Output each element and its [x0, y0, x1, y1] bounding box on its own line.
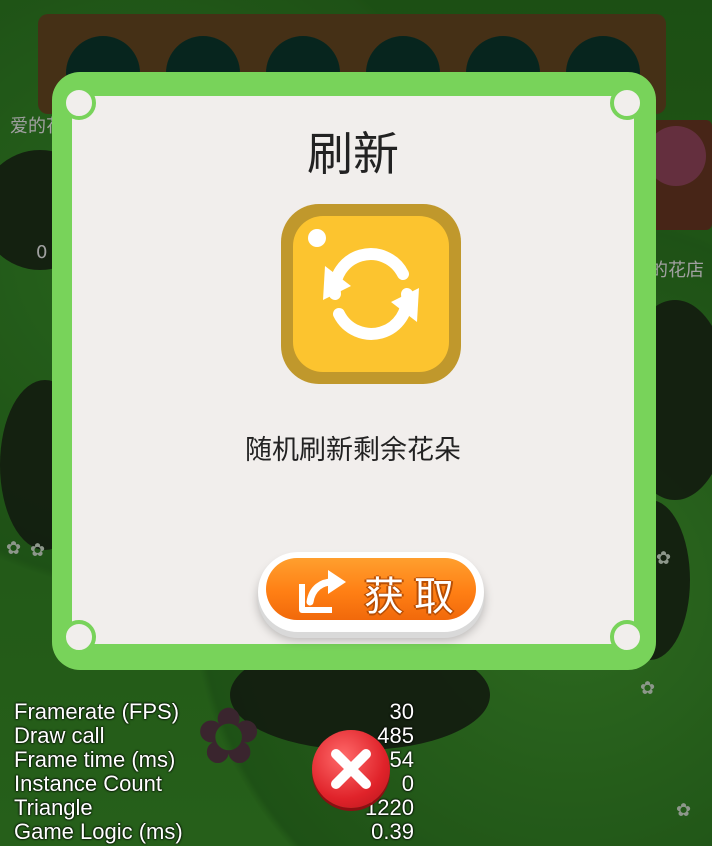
- stat-value: 0: [401, 771, 414, 796]
- stat-label: Triangle: [14, 795, 93, 820]
- stat-label: Instance Count: [14, 771, 162, 796]
- close-icon: [331, 749, 371, 789]
- stat-label: Draw call: [14, 723, 105, 748]
- dialog-description: 随机刷新剩余花朵: [245, 435, 461, 466]
- stat-value: 0.39: [371, 819, 414, 844]
- stat-value: 30: [389, 699, 414, 724]
- share-icon: [299, 570, 346, 613]
- dialog-corner: [62, 620, 96, 654]
- dialog-title: 刷新: [307, 127, 399, 181]
- dialog-panel: 刷新 随机刷新剩余花朵 获取: [62, 86, 644, 654]
- get-button-label: 获取: [364, 574, 464, 620]
- stat-row: Framerate (FPS) 30: [14, 700, 414, 724]
- refresh-icon: [281, 204, 461, 384]
- dialog-corner: [610, 86, 644, 120]
- get-button[interactable]: 获取: [258, 552, 484, 632]
- close-button[interactable]: [312, 730, 390, 808]
- get-button-face[interactable]: 获取: [266, 558, 476, 620]
- dialog-corner: [62, 86, 96, 120]
- refresh-icon-face: [293, 216, 449, 372]
- stat-label: Framerate (FPS): [14, 699, 180, 724]
- dialog-corner: [610, 620, 644, 654]
- stat-row: Game Logic (ms) 0.39: [14, 820, 414, 844]
- refresh-dialog: 刷新 随机刷新剩余花朵 获取: [52, 72, 656, 670]
- stat-label: Frame time (ms): [14, 747, 176, 772]
- refresh-arrows-icon: [308, 229, 419, 340]
- stat-label: Game Logic (ms): [14, 819, 183, 844]
